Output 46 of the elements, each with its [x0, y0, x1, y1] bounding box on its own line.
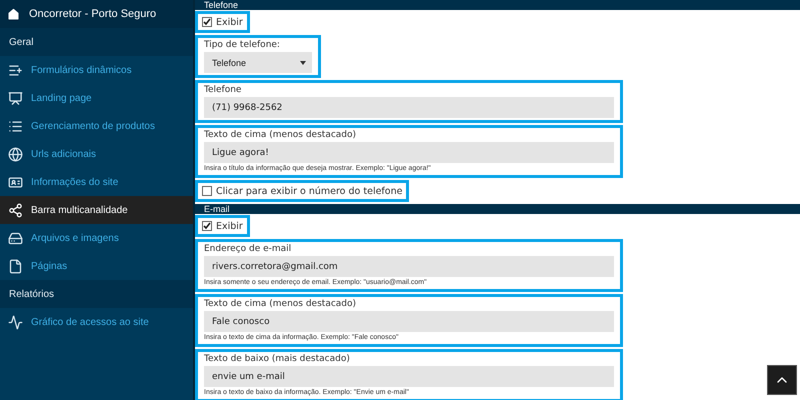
- board-icon: [8, 90, 23, 106]
- sidebar-item[interactable]: Barra multicanalidade: [0, 196, 193, 224]
- checkbox[interactable]: [202, 221, 212, 231]
- home-icon[interactable]: [6, 6, 21, 22]
- list-plus-icon: [8, 62, 23, 78]
- chart-icon: [8, 314, 23, 330]
- globe-icon: [8, 146, 23, 162]
- section-header: E-mail: [195, 204, 800, 214]
- input-field[interactable]: envie um e-mail: [204, 366, 614, 387]
- sidebar-item[interactable]: Páginas: [0, 252, 193, 280]
- sidebar-item[interactable]: Informações do site: [0, 168, 193, 196]
- checkbox-label[interactable]: Exibir: [202, 219, 243, 233]
- id-card-icon: [8, 174, 23, 190]
- sidebar-item[interactable]: Gráfico de acessos ao site: [0, 308, 193, 336]
- site-title: Oncorretor - Porto Seguro: [29, 8, 156, 20]
- sidebar-item[interactable]: Urls adicionais: [0, 140, 193, 168]
- field-label: Texto de cima (menos destacado): [204, 299, 358, 310]
- field-label: Endereço de e-mail: [204, 244, 292, 255]
- checkbox-label[interactable]: Exibir: [202, 15, 243, 29]
- check-icon: [203, 222, 211, 230]
- sidebar-heading: Geral: [0, 28, 193, 56]
- list-icon: [8, 118, 23, 134]
- sidebar-item[interactable]: Gerenciamento de produtos: [0, 112, 193, 140]
- input-field[interactable]: (71) 9968-2562: [204, 97, 614, 118]
- check-icon: [203, 18, 211, 26]
- drive-icon: [8, 230, 23, 246]
- sidebar-item[interactable]: Landing page: [0, 84, 193, 112]
- input-field[interactable]: Ligue agora!: [204, 142, 614, 163]
- sidebar-item[interactable]: Arquivos e imagens: [0, 224, 193, 252]
- field-label: Texto de cima (menos destacado): [204, 130, 358, 141]
- sidebar-item[interactable]: Formulários dinâmicos: [0, 56, 193, 84]
- select-field[interactable]: Telefone: [204, 52, 312, 73]
- field-label: Tipo de telefone:: [204, 40, 281, 51]
- input-field[interactable]: Fale conosco: [204, 311, 614, 332]
- field-label: Texto de baixo (mais destacado): [204, 354, 351, 365]
- section-header: Telefone: [195, 0, 800, 10]
- file-icon: [8, 258, 23, 274]
- share-icon: [8, 202, 23, 218]
- input-field[interactable]: rivers.corretora@gmail.com: [204, 256, 614, 277]
- sidebar-heading: Relatórios: [0, 280, 193, 308]
- checkbox[interactable]: [202, 17, 212, 27]
- caret-icon: [300, 60, 306, 64]
- checkbox-label[interactable]: Clicar para exibir o número do telefone: [202, 184, 402, 198]
- scroll-top-button[interactable]: [767, 365, 797, 395]
- field-label: Telefone: [204, 85, 242, 96]
- checkbox[interactable]: [202, 186, 212, 196]
